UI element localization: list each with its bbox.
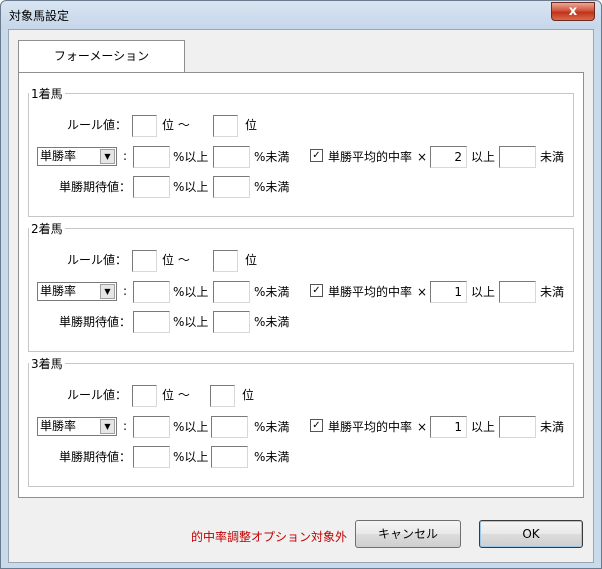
rank-to-label: 位: [242, 388, 255, 402]
check-icon: ✓: [312, 420, 321, 431]
rank-to-label: 位: [245, 118, 258, 132]
colon-label: :: [123, 284, 128, 298]
check-icon: ✓: [312, 285, 321, 296]
rule-value-label: ルール値：: [67, 388, 128, 402]
rank-from-label: 位 〜: [162, 118, 190, 132]
pct-over-label: %以上: [173, 180, 209, 194]
over-label: 以上: [471, 420, 496, 434]
section-title: 2着馬: [29, 220, 65, 237]
under-label: 未満: [540, 150, 565, 164]
avg-hit-rate-label: 単勝平均的中率: [328, 150, 413, 164]
under-label: 未満: [540, 420, 565, 434]
expected-min-input[interactable]: [133, 311, 170, 333]
formation-panel: 1着馬 ルール値： 位 〜 位 単勝率 ▼ : %以上 %未満 ✓ 単勝平均的中…: [18, 72, 584, 498]
select-value: 単勝率: [40, 284, 77, 298]
section-title: 3着馬: [29, 355, 65, 372]
section-title: 1着馬: [29, 85, 65, 102]
rate-min-input[interactable]: [133, 281, 170, 303]
multiplier-max-input[interactable]: [499, 146, 536, 168]
close-button[interactable]: x: [551, 2, 595, 21]
expected-min-input[interactable]: [133, 446, 170, 468]
colon-label: :: [123, 149, 128, 163]
rule-from-input[interactable]: [132, 115, 157, 137]
adjustment-note: 的中率調整オプション対象外: [191, 530, 348, 544]
expected-value-label: 単勝期待値：: [59, 180, 132, 194]
rank-from-label: 位 〜: [162, 253, 190, 267]
check-icon: ✓: [312, 150, 321, 161]
rate-max-input[interactable]: [213, 146, 250, 168]
multiplier-input[interactable]: 1: [430, 416, 467, 438]
multiplier-max-input[interactable]: [499, 281, 536, 303]
expected-min-input[interactable]: [133, 176, 170, 198]
stat-select[interactable]: 単勝率 ▼: [37, 147, 117, 166]
times-label: ×: [417, 285, 428, 299]
ok-button[interactable]: OK: [479, 520, 583, 548]
stat-select[interactable]: 単勝率 ▼: [37, 282, 117, 301]
expected-max-input[interactable]: [213, 176, 250, 198]
rule-from-input[interactable]: [132, 385, 157, 407]
rule-to-input[interactable]: [210, 385, 235, 407]
multiplier-max-input[interactable]: [499, 416, 536, 438]
chevron-down-icon[interactable]: ▼: [100, 149, 115, 164]
stat-select[interactable]: 単勝率 ▼: [37, 417, 117, 436]
times-label: ×: [417, 150, 428, 164]
expected-value-label: 単勝期待値：: [59, 450, 132, 464]
chevron-down-icon[interactable]: ▼: [100, 284, 115, 299]
pct-over-label: %以上: [173, 285, 209, 299]
expected-max-input[interactable]: [211, 446, 248, 468]
rule-to-input[interactable]: [213, 115, 238, 137]
pct-over-label: %以上: [173, 315, 209, 329]
section-3rd-horse: 3着馬 ルール値： 位 〜 位 単勝率 ▼ : %以上 %未満 ✓ 単勝平均的中…: [28, 355, 574, 487]
rank-to-label: 位: [245, 253, 258, 267]
rule-value-label: ルール値：: [67, 118, 128, 132]
rule-value-label: ルール値：: [67, 253, 128, 267]
cancel-button[interactable]: キャンセル: [355, 520, 461, 548]
dialog-window: 対象馬設定 x フォーメーション 1着馬 ルール値： 位 〜 位 単勝率 ▼ :: [0, 0, 602, 569]
tab-formation[interactable]: フォーメーション: [18, 40, 185, 73]
dialog-client: フォーメーション 1着馬 ルール値： 位 〜 位 単勝率 ▼ : %以上 %未満: [8, 29, 594, 563]
rule-to-input[interactable]: [213, 250, 238, 272]
section-1st-horse: 1着馬 ルール値： 位 〜 位 単勝率 ▼ : %以上 %未満 ✓ 単勝平均的中…: [28, 85, 574, 217]
over-label: 以上: [471, 285, 496, 299]
pct-over-label: %以上: [173, 420, 209, 434]
multiplier-input[interactable]: 2: [430, 146, 467, 168]
rate-max-input[interactable]: [211, 416, 248, 438]
rate-min-input[interactable]: [133, 146, 170, 168]
window-title: 対象馬設定: [9, 9, 70, 23]
expected-value-label: 単勝期待値：: [59, 315, 132, 329]
pct-under-label: %未満: [254, 450, 290, 464]
pct-under-label: %未満: [254, 315, 290, 329]
times-label: ×: [417, 420, 428, 434]
avg-hit-rate-checkbox[interactable]: ✓: [310, 419, 323, 432]
section-2nd-horse: 2着馬 ルール値： 位 〜 位 単勝率 ▼ : %以上 %未満 ✓ 単勝平均的中…: [28, 220, 574, 352]
avg-hit-rate-checkbox[interactable]: ✓: [310, 284, 323, 297]
pct-under-label: %未満: [254, 180, 290, 194]
chevron-down-icon[interactable]: ▼: [100, 419, 115, 434]
under-label: 未満: [540, 285, 565, 299]
select-value: 単勝率: [40, 149, 77, 163]
colon-label: :: [123, 419, 128, 433]
pct-under-label: %未満: [254, 420, 290, 434]
rank-from-label: 位 〜: [162, 388, 190, 402]
pct-under-label: %未満: [254, 285, 290, 299]
close-icon: x: [568, 4, 578, 19]
rate-min-input[interactable]: [133, 416, 170, 438]
avg-hit-rate-label: 単勝平均的中率: [328, 285, 413, 299]
expected-max-input[interactable]: [213, 311, 250, 333]
rate-max-input[interactable]: [213, 281, 250, 303]
title-bar[interactable]: 対象馬設定 x: [1, 1, 601, 29]
pct-under-label: %未満: [254, 150, 290, 164]
over-label: 以上: [471, 150, 496, 164]
pct-over-label: %以上: [173, 150, 209, 164]
rule-from-input[interactable]: [132, 250, 157, 272]
multiplier-input[interactable]: 1: [430, 281, 467, 303]
avg-hit-rate-checkbox[interactable]: ✓: [310, 149, 323, 162]
avg-hit-rate-label: 単勝平均的中率: [328, 420, 413, 434]
select-value: 単勝率: [40, 419, 77, 433]
pct-over-label: %以上: [173, 450, 209, 464]
